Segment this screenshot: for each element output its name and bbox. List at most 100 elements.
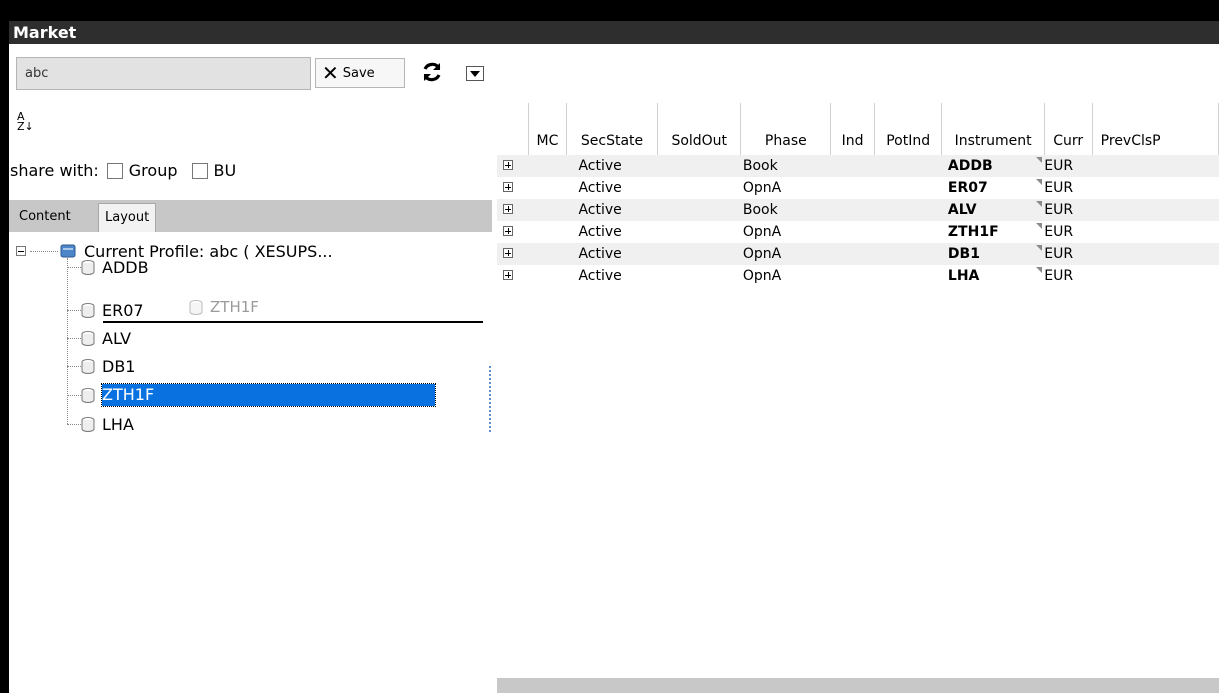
instrument-label: ER07 — [947, 180, 988, 196]
save-button[interactable]: ✕ Save — [315, 58, 405, 88]
instrument-icon — [81, 359, 95, 374]
tree-root[interactable]: Current Profile: abc ( XESUPS... — [16, 240, 333, 262]
tree-item-label: ER07 — [102, 300, 144, 320]
options-dropdown-button[interactable] — [466, 66, 484, 81]
cell-secstate: Active — [578, 268, 622, 284]
expand-row-icon[interactable] — [503, 248, 513, 258]
tab-bar — [9, 200, 492, 232]
column-header-expand[interactable] — [497, 103, 529, 155]
cell-marker-icon — [1036, 201, 1043, 207]
profile-name-input[interactable] — [16, 57, 311, 90]
cell-phase: OpnA — [742, 224, 782, 240]
tree-connector — [67, 424, 81, 425]
column-header-secstate[interactable]: SecState — [566, 103, 659, 155]
window-titlebar: Market — [0, 0, 1219, 44]
table-row[interactable]: Active OpnA DB1 EUR — [497, 243, 1219, 265]
save-label: Save — [342, 65, 375, 81]
column-header-mc[interactable]: MC — [528, 103, 567, 155]
tree-item-label: ADDB — [102, 257, 149, 277]
cell-instrument: DB1 — [941, 243, 1045, 265]
cell-secstate: Active — [566, 155, 658, 177]
instrument-label: ALV — [947, 202, 977, 218]
share-with-row: share with: Group BU — [10, 161, 236, 180]
group-label: Group — [128, 161, 178, 180]
share-with-label: share with: — [10, 161, 99, 180]
instrument-icon — [81, 417, 95, 432]
table-row[interactable]: Active OpnA ZTH1F EUR — [497, 221, 1219, 243]
instrument-icon — [81, 260, 95, 275]
tab-content[interactable]: Content — [13, 203, 77, 232]
tab-layout[interactable]: Layout — [98, 203, 157, 232]
cell-curr: EUR — [1044, 224, 1074, 240]
group-checkbox[interactable] — [106, 162, 123, 179]
table-row[interactable]: Active OpnA ER07 EUR — [497, 177, 1219, 199]
cell-curr: EUR — [1044, 268, 1074, 284]
column-header-phase[interactable]: Phase — [740, 103, 832, 155]
instrument-label: ADDB — [947, 158, 993, 174]
tree-item-label: LHA — [102, 414, 134, 434]
cell-phase: Book — [740, 199, 831, 221]
drop-indicator-line — [103, 321, 483, 323]
cell-instrument: ZTH1F — [942, 221, 1044, 243]
tree-item-er07[interactable]: ER07 — [80, 299, 144, 321]
market-grid: MC SecState SoldOut Phase Ind PotInd Ins… — [497, 103, 1219, 693]
profile-icon — [60, 244, 76, 258]
cell-curr: EUR — [1044, 180, 1074, 196]
tree-item-zth1f[interactable]: ZTH1F — [80, 383, 436, 407]
instrument-icon — [81, 303, 95, 318]
instrument-label: ZTH1F — [947, 224, 999, 240]
column-header-potind[interactable]: PotInd — [874, 103, 943, 155]
cell-phase: OpnA — [740, 243, 831, 265]
cell-phase: Book — [740, 155, 831, 177]
sort-az-icon[interactable]: A Z↓ — [17, 111, 34, 132]
drag-ghost-label: ZTH1F — [210, 298, 259, 316]
drag-ghost: ZTH1F — [188, 298, 259, 316]
expand-row-icon[interactable] — [503, 226, 513, 236]
tree-connector — [67, 395, 81, 396]
cell-marker-icon — [1036, 179, 1043, 185]
cell-phase: OpnA — [742, 268, 782, 284]
instrument-label: LHA — [947, 268, 980, 284]
cell-curr: EUR — [1044, 243, 1093, 265]
tree-item-alv[interactable]: ALV — [80, 327, 131, 349]
instrument-label: DB1 — [947, 246, 980, 262]
tree-connector — [67, 267, 81, 268]
expand-row-icon[interactable] — [503, 160, 513, 170]
tree-connector — [67, 310, 81, 311]
table-row[interactable]: Active Book ALV EUR — [497, 199, 1219, 221]
cell-instrument: ADDB — [941, 155, 1045, 177]
tree-item-label: DB1 — [102, 356, 136, 376]
table-row[interactable]: Active Book ADDB EUR — [497, 155, 1219, 177]
column-header-prevclsp[interactable]: PrevClsP — [1092, 103, 1219, 155]
collapse-icon[interactable] — [16, 246, 26, 256]
column-header-soldout[interactable]: SoldOut — [657, 103, 742, 155]
cell-secstate: Active — [578, 224, 622, 240]
table-row[interactable]: Active OpnA LHA EUR — [497, 265, 1219, 287]
splitter-handle[interactable] — [489, 366, 491, 432]
tree-item-lha[interactable]: LHA — [80, 413, 134, 435]
column-header-curr[interactable]: Curr — [1044, 103, 1093, 155]
cell-marker-icon — [1036, 267, 1043, 273]
tree-item-addb[interactable]: ADDB — [80, 256, 149, 278]
instrument-icon — [81, 331, 95, 346]
tree-connector — [67, 258, 68, 424]
expand-row-icon[interactable] — [503, 182, 513, 192]
bu-label: BU — [213, 161, 237, 180]
cell-secstate: Active — [566, 199, 658, 221]
column-header-instrument[interactable]: Instrument — [941, 103, 1045, 155]
expand-row-icon[interactable] — [503, 204, 513, 214]
instrument-icon — [81, 388, 95, 403]
instrument-icon — [189, 300, 203, 315]
horizontal-scrollbar[interactable] — [497, 678, 1219, 693]
expand-row-icon[interactable] — [503, 270, 513, 280]
tree-connector — [67, 338, 81, 339]
refresh-icon[interactable] — [420, 60, 444, 84]
cell-marker-icon — [1036, 157, 1043, 163]
cell-secstate: Active — [566, 243, 658, 265]
bu-checkbox[interactable] — [191, 162, 208, 179]
column-header-ind[interactable]: Ind — [830, 103, 875, 155]
cell-marker-icon — [1036, 223, 1043, 229]
tree-item-label: ALV — [102, 328, 132, 348]
tree-item-db1[interactable]: DB1 — [80, 355, 135, 377]
grid-header-row: MC SecState SoldOut Phase Ind PotInd Ins… — [497, 103, 1219, 155]
